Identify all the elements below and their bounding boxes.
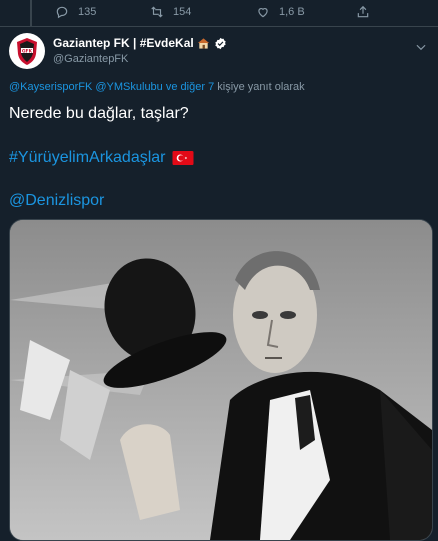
club-logo-icon: GFK xyxy=(10,34,44,68)
hashtag-text[interactable]: #YürüyelimArkadaşlar xyxy=(9,149,166,167)
like-button[interactable]: 1,6 B xyxy=(256,4,305,20)
reply-button[interactable]: 135 xyxy=(55,4,96,20)
display-name[interactable]: Gaziantep FK | #EvdeKal xyxy=(53,36,194,50)
previous-tweet-actions: 135 154 1,6 B xyxy=(0,0,438,27)
tweet-photo[interactable] xyxy=(9,219,433,541)
replying-to: @KayserisporFK @YMSkulubu ve diğer 7 kiş… xyxy=(9,81,305,93)
share-icon xyxy=(357,5,369,18)
author-handle[interactable]: @GaziantepFK xyxy=(53,53,128,65)
hashtag-link[interactable]: #YürüyelimArkadaşlar xyxy=(9,149,194,167)
chevron-down-icon[interactable] xyxy=(414,40,428,54)
like-count: 1,6 B xyxy=(279,6,305,18)
reply-icon xyxy=(56,6,68,19)
photo-image xyxy=(10,220,432,540)
reply-suffix: kişiye yanıt olarak xyxy=(217,81,305,93)
reply-count: 135 xyxy=(78,6,97,18)
thread-connector-line xyxy=(30,0,32,26)
retweet-icon xyxy=(151,6,163,18)
avatar[interactable]: GFK xyxy=(9,33,45,69)
heart-icon xyxy=(258,8,268,18)
reply-mention-ymskulubu[interactable]: @YMSkulubu xyxy=(95,81,162,93)
retweet-button[interactable]: 154 xyxy=(150,4,191,20)
tweet-text: Nerede bu dağlar, taşlar? xyxy=(9,105,189,122)
mention-link[interactable]: @Denizlispor xyxy=(9,192,104,210)
house-emoji-icon xyxy=(197,38,209,49)
retweet-count: 154 xyxy=(173,6,192,18)
turkish-flag-icon xyxy=(172,151,194,165)
reply-connector: ve xyxy=(165,81,178,93)
reply-mention-kayserispor[interactable]: @KayserisporFK xyxy=(9,81,92,93)
svg-text:GFK: GFK xyxy=(22,48,33,54)
reply-others-link[interactable]: diğer 7 xyxy=(181,81,215,93)
author-name-row[interactable]: Gaziantep FK | #EvdeKal xyxy=(53,36,227,50)
verified-badge-icon xyxy=(215,37,226,49)
share-button[interactable] xyxy=(356,4,379,20)
